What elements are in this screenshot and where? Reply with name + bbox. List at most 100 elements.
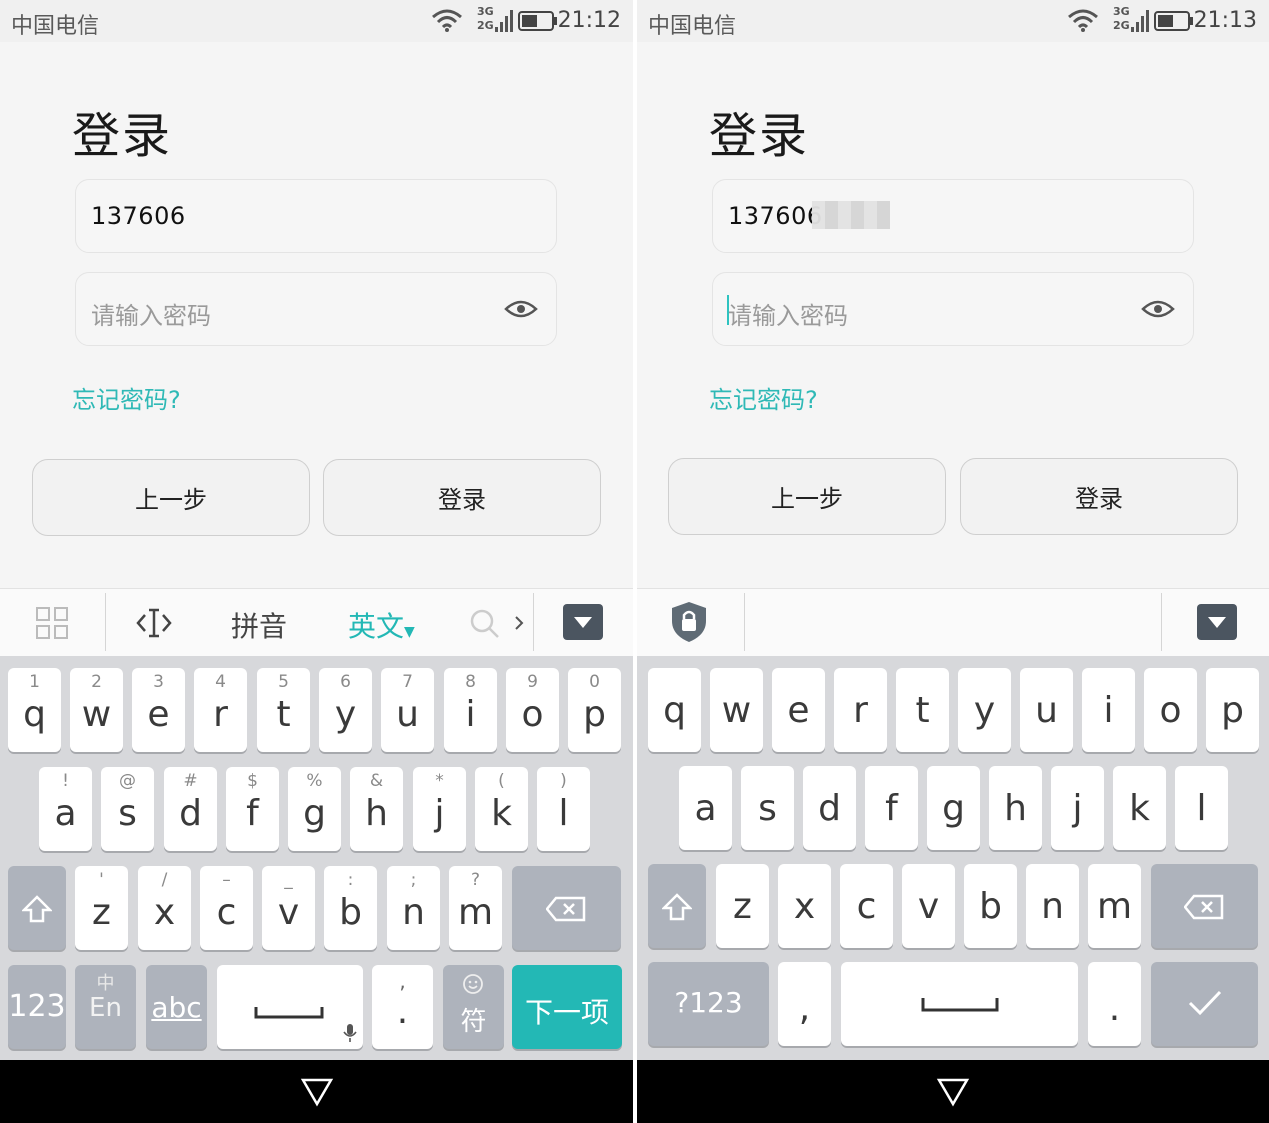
key-w[interactable]: w <box>710 668 763 752</box>
key-g[interactable]: g <box>927 766 980 850</box>
period-key[interactable]: , . <box>372 965 433 1049</box>
key-m[interactable]: ? m <box>449 866 502 950</box>
symbols-key[interactable]: ?123 <box>648 962 769 1046</box>
password-input[interactable]: 请输入密码 <box>75 272 557 346</box>
key-c[interactable]: – c <box>200 866 253 950</box>
key-m[interactable]: m <box>1088 864 1141 948</box>
eye-icon[interactable] <box>1141 295 1175 323</box>
key-h[interactable]: & h <box>350 767 403 851</box>
period-key[interactable]: . <box>1088 962 1141 1046</box>
key-sub: 9 <box>527 672 538 692</box>
key-d[interactable]: d <box>803 766 856 850</box>
key-z[interactable]: z <box>716 864 769 948</box>
key-a[interactable]: ! a <box>39 767 92 851</box>
space-icon <box>921 998 999 1012</box>
next-field-key[interactable]: 下一项 <box>512 965 622 1049</box>
keyboard-hide-icon[interactable] <box>1197 604 1237 640</box>
done-key[interactable] <box>1151 962 1258 1046</box>
backspace-key[interactable] <box>1151 864 1258 948</box>
key-z[interactable]: ' z <box>75 866 128 950</box>
english-mode[interactable]: 英文▼ <box>348 605 415 645</box>
key-t[interactable]: t <box>896 668 949 752</box>
key-r[interactable]: r <box>834 668 887 752</box>
status-bar: 中国电信 3G 2G 21:13 <box>637 0 1269 42</box>
key-r[interactable]: 4r <box>194 668 247 752</box>
key-y[interactable]: y <box>958 668 1011 752</box>
nav-back-icon[interactable] <box>936 1076 970 1108</box>
nav-back-icon[interactable] <box>300 1076 334 1108</box>
key-sub: ? <box>470 870 481 890</box>
chevron-right-icon[interactable] <box>514 615 524 631</box>
login-button[interactable]: 登录 <box>960 458 1238 535</box>
key-x[interactable]: / x <box>138 866 191 950</box>
shift-key[interactable] <box>648 864 706 948</box>
key-q[interactable]: q <box>648 668 701 752</box>
key-label: q <box>23 694 46 735</box>
key-b[interactable]: :b <box>324 866 377 950</box>
key-g[interactable]: % g <box>288 767 341 851</box>
key-o[interactable]: 9o <box>506 668 559 752</box>
key-u[interactable]: 7u <box>381 668 434 752</box>
key-s[interactable]: @ s <box>101 767 154 851</box>
key-b[interactable]: b <box>964 864 1017 948</box>
key-t[interactable]: 5t <box>257 668 310 752</box>
key-o[interactable]: o <box>1144 668 1197 752</box>
key-d[interactable]: # d <box>164 767 217 851</box>
backspace-key[interactable] <box>512 866 621 950</box>
key-n[interactable]: n <box>1026 864 1079 948</box>
keyboard-hide-icon[interactable] <box>563 604 603 640</box>
key-j[interactable]: * j <box>413 767 466 851</box>
password-input[interactable]: 请输入密码 <box>712 272 1194 346</box>
symbol-key[interactable]: 符 <box>443 965 504 1049</box>
key-v[interactable]: v <box>902 864 955 948</box>
key-e[interactable]: 3e <box>132 668 185 752</box>
key-y[interactable]: 6y <box>319 668 372 752</box>
comma-key[interactable]: , <box>778 962 831 1046</box>
key-sub: * <box>435 771 444 791</box>
forgot-password-link[interactable]: 忘记密码? <box>709 380 818 415</box>
key-q[interactable]: 1q <box>8 668 61 752</box>
search-icon[interactable] <box>470 609 500 639</box>
key-w[interactable]: 2w <box>70 668 123 752</box>
key-l[interactable]: l <box>1175 766 1228 850</box>
prev-step-button[interactable]: 上一步 <box>32 459 310 536</box>
login-button[interactable]: 登录 <box>323 459 601 536</box>
key-sub: , <box>399 969 406 993</box>
key-k[interactable]: (k <box>475 767 528 851</box>
key-j[interactable]: j <box>1051 766 1104 850</box>
phone-input[interactable]: 137606 <box>75 179 557 253</box>
forgot-password-link[interactable]: 忘记密码? <box>72 380 181 415</box>
key-c[interactable]: c <box>840 864 893 948</box>
pinyin-mode[interactable]: 拼音 <box>231 605 287 645</box>
eye-icon[interactable] <box>504 295 538 323</box>
prev-step-button[interactable]: 上一步 <box>668 458 946 535</box>
key-p[interactable]: 0p <box>568 668 621 752</box>
key-l[interactable]: ) l <box>537 767 590 851</box>
abc-key[interactable]: abc <box>146 965 207 1049</box>
key-h[interactable]: h <box>989 766 1042 850</box>
language-key[interactable]: 中 En <box>75 965 136 1049</box>
space-key[interactable] <box>217 965 363 1049</box>
keyboard: 1q 2w 3e 4r 5t 6y 7u 8i 9o 0p ! a @ s # d $… <box>0 656 633 1060</box>
key-i[interactable]: 8i <box>444 668 497 752</box>
phone-input[interactable]: 137606 <box>712 179 1194 253</box>
cursor-icon[interactable] <box>136 607 172 639</box>
key-f[interactable]: f <box>865 766 918 850</box>
key-i[interactable]: i <box>1082 668 1135 752</box>
key-n[interactable]: ; n <box>387 866 440 950</box>
key-k[interactable]: k <box>1113 766 1166 850</box>
space-key[interactable] <box>841 962 1078 1046</box>
key-e[interactable]: e <box>772 668 825 752</box>
key-x[interactable]: x <box>778 864 831 948</box>
grid-icon[interactable] <box>36 607 68 639</box>
key-s[interactable]: s <box>741 766 794 850</box>
shift-key[interactable] <box>8 866 66 950</box>
key-p[interactable]: p <box>1206 668 1259 752</box>
key-label: . <box>396 991 409 1032</box>
key-f[interactable]: $ f <box>226 767 279 851</box>
key-a[interactable]: a <box>679 766 732 850</box>
numeric-key[interactable]: 123 <box>8 965 66 1049</box>
key-u[interactable]: u <box>1020 668 1073 752</box>
password-placeholder: 请输入密码 <box>91 302 211 330</box>
key-v[interactable]: _ v <box>262 866 315 950</box>
